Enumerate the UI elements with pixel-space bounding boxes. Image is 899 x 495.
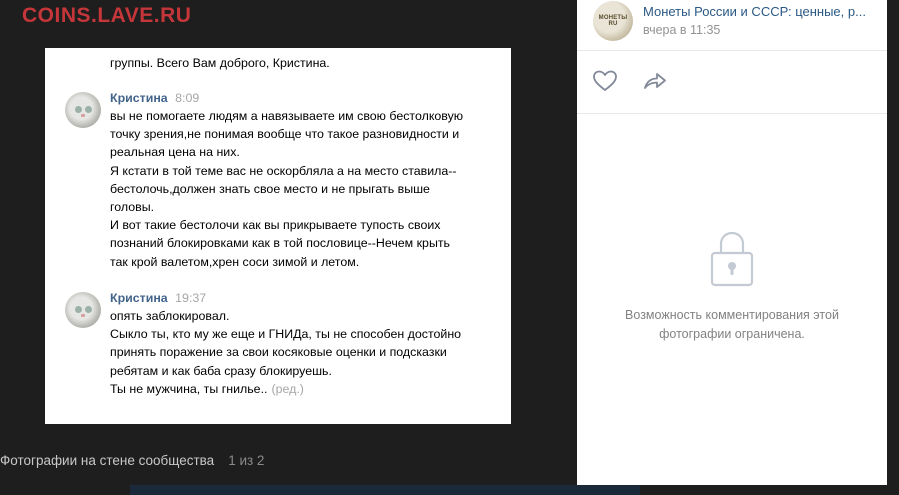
message-line: Сыкло ты, кто му же еще и ГНИДа, ты не с…	[110, 327, 462, 342]
message-line: познаний блокировками как в той пословиц…	[110, 236, 450, 251]
message-line: ребятам и как баба сразу блокируешь.	[110, 363, 332, 378]
message-header: Кристина 8:09	[110, 91, 199, 105]
group-name-link[interactable]: Монеты России и СССР: ценные, р...	[643, 4, 866, 19]
message-text: опять заблокировал. Сыкло ты, кто му же …	[110, 307, 461, 398]
message-time: 19:37	[175, 291, 207, 305]
next-photo-strip	[130, 485, 640, 495]
avatar	[65, 92, 101, 128]
like-button[interactable]	[592, 69, 618, 93]
message-line: Ты не мужчина, ты гнилье..	[110, 381, 268, 396]
message-line: И вот такие бестолочи как вы прикрываете…	[110, 218, 441, 233]
message-line: так крой валетом,хрен соси зимой и летом…	[110, 254, 360, 269]
message-line: головы.	[110, 199, 155, 214]
message-author: Кристина	[110, 291, 168, 305]
message-line: бестолочь,должен знать свое место и не п…	[110, 181, 430, 196]
post-actions	[577, 51, 887, 114]
share-arrow-icon	[644, 73, 666, 89]
message-line-last: Ты не мужчина, ты гнилье.. (ред.)	[110, 380, 461, 398]
message-line: опять заблокировал.	[110, 309, 230, 323]
comments-restricted-note: Возможность комментирования этой фотогра…	[597, 306, 867, 343]
share-button[interactable]	[642, 69, 668, 93]
photo-counter: 1 из 2	[228, 453, 265, 468]
message-line: принять поражение за свои косяковые оцен…	[110, 345, 447, 360]
post-date[interactable]: вчера в 11:35	[643, 23, 720, 37]
group-avatar[interactable]: МОНЕТЫ RU	[593, 1, 633, 41]
avatar	[65, 292, 101, 328]
post-header: МОНЕТЫ RU Монеты России и СССР: ценные, …	[577, 0, 887, 51]
intro-text: группы. Всего Вам доброго, Кристина.	[110, 56, 330, 70]
message-line: вы не помогаете людям а навязываете им с…	[110, 109, 464, 123]
photo-caption: Фотографии на стене сообщества 1 из 2	[0, 453, 264, 468]
watermark: COINS.LAVE.RU	[22, 4, 192, 27]
photo-viewer: COINS.LAVE.RU группы. Всего Вам доброго,…	[0, 0, 899, 495]
message-header: Кристина 19:37	[110, 291, 206, 305]
message-line: Я кстати в той теме вас не оскорбляла а …	[110, 163, 457, 178]
restricted-line: фотографии ограничена.	[659, 326, 805, 341]
edited-label: (ред.)	[271, 381, 304, 396]
group-logo: МОНЕТЫ RU	[598, 15, 628, 27]
message-time: 8:09	[175, 91, 200, 105]
restricted-line: Возможность комментирования этой	[625, 308, 839, 322]
message-text: вы не помогаете людям а навязываете им с…	[110, 107, 463, 271]
message-author: Кристина	[110, 91, 168, 105]
info-panel: МОНЕТЫ RU Монеты России и СССР: ценные, …	[577, 0, 887, 485]
message-line: реальная цена на них.	[110, 145, 240, 160]
photo-screenshot[interactable]: группы. Всего Вам доброго, Кристина. Кри…	[45, 48, 511, 424]
lock-icon	[710, 231, 754, 287]
message-line: точку зрения,не понимая вообще что такое…	[110, 127, 460, 142]
heart-icon	[593, 70, 617, 91]
album-title[interactable]: Фотографии на стене сообщества	[0, 453, 214, 468]
